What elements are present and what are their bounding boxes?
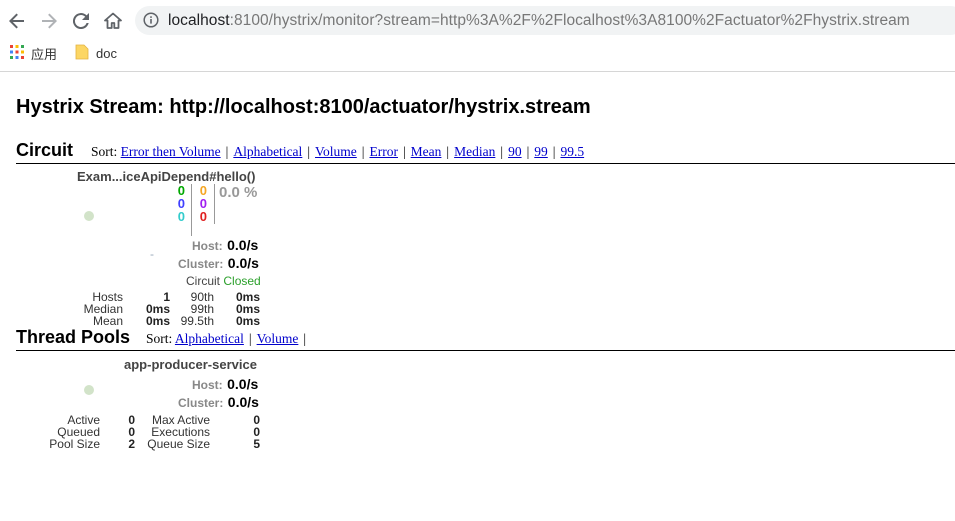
host-label: Host: xyxy=(192,378,223,392)
thread-pools-sort-bar: Sort: Alphabetical | Volume | xyxy=(146,331,307,346)
stats-col2-labels: 90th 99th 99.5th xyxy=(172,291,214,327)
circuit-health-circle xyxy=(84,211,94,221)
address-bar[interactable]: localhost:8100/hystrix/monitor?stream=ht… xyxy=(135,6,955,35)
sort-alphabetical-link[interactable]: Alphabetical xyxy=(175,331,244,346)
url-text[interactable]: localhost:8100/hystrix/monitor?stream=ht… xyxy=(168,12,910,30)
cluster-label: Cluster: xyxy=(178,257,224,271)
info-icon[interactable] xyxy=(143,12,159,33)
circuit-status-label: Circuit xyxy=(186,274,221,288)
stat-label: Mean xyxy=(92,314,123,328)
sort-mean-link[interactable]: Mean xyxy=(411,144,442,159)
thread-pool-name: app-producer-service xyxy=(124,357,257,372)
circuit-sort-bar: Sort: Error then Volume | Alphabetical | Vol… xyxy=(91,144,585,159)
circuit-status-value: Closed xyxy=(223,274,261,288)
back-arrow-icon[interactable] xyxy=(5,9,29,33)
stat-value: 2 xyxy=(128,437,135,451)
circuit-status: Circuit Closed xyxy=(186,274,261,288)
failure-count: 0 xyxy=(199,209,207,224)
forward-arrow-icon[interactable] xyxy=(37,9,61,33)
stats-col1-labels: Hosts Median Mean xyxy=(65,291,123,327)
stat-label: Pool Size xyxy=(49,437,100,451)
circuit-name: Exam...iceApiDepend#hello() xyxy=(77,169,256,184)
sort-99-link[interactable]: 99 xyxy=(534,144,548,159)
sort-label: Sort: xyxy=(91,144,118,159)
host-value: 0.0/s xyxy=(227,237,259,253)
host-value: 0.0/s xyxy=(227,376,259,392)
stat-label: Queue Size xyxy=(147,437,210,451)
thread-pools-heading: Thread Pools xyxy=(16,327,131,347)
bookmark-label: 应用 xyxy=(31,46,58,62)
sparkline-placeholder: - xyxy=(150,247,154,261)
reload-icon[interactable] xyxy=(69,9,93,33)
host-rate: Host: 0.0/s xyxy=(192,376,258,394)
cluster-value: 0.0/s xyxy=(227,255,259,271)
bookmark-doc[interactable]: doc xyxy=(75,44,117,62)
thread-pool-health-circle xyxy=(84,385,94,395)
cluster-rate: Cluster: 0.0/s xyxy=(178,255,259,273)
pool-stats-col1-values: 0 0 2 xyxy=(110,414,135,450)
folder-icon xyxy=(75,44,96,63)
pool-stats-col1-labels: Active Queued Pool Size xyxy=(40,414,100,450)
cluster-rate: Cluster: 0.0/s xyxy=(178,394,259,412)
counts-divider-2 xyxy=(214,184,215,224)
request-counts-left: 0 0 0 xyxy=(175,184,185,223)
stat-value: 0ms xyxy=(235,314,260,328)
counts-divider xyxy=(191,184,192,236)
circuit-heading: Circuit xyxy=(16,140,74,160)
stats-col2-values: 0ms 0ms 0ms xyxy=(220,291,260,327)
request-counts-right: 0 0 0 xyxy=(197,184,207,223)
stat-value: 0ms xyxy=(145,314,170,328)
browser-toolbar: localhost:8100/hystrix/monitor?stream=ht… xyxy=(0,0,955,72)
thread-pools-divider xyxy=(16,350,955,351)
cluster-value: 0.0/s xyxy=(227,394,259,410)
sort-error-then-volume-link[interactable]: Error then Volume xyxy=(121,144,221,159)
sort-error-link[interactable]: Error xyxy=(369,144,397,159)
sort-volume-link[interactable]: Volume xyxy=(315,144,357,159)
sort-label: Sort: xyxy=(146,331,173,346)
host-rate: Host: 0.0/s xyxy=(192,237,258,255)
stats-col1-values: 1 0ms 0ms xyxy=(130,291,170,327)
sort-90-link[interactable]: 90 xyxy=(508,144,522,159)
sort-99-5-link[interactable]: 99.5 xyxy=(560,144,584,159)
cluster-label: Cluster: xyxy=(178,396,224,410)
stat-label: 99.5th xyxy=(180,314,214,328)
bad-request-count: 0 xyxy=(177,209,185,224)
sort-alphabetical-link[interactable]: Alphabetical xyxy=(233,144,302,159)
host-label: Host: xyxy=(192,239,223,253)
error-percentage: 0.0 % xyxy=(219,184,258,201)
sort-median-link[interactable]: Median xyxy=(454,144,495,159)
page-title: Hystrix Stream: http://localhost:8100/ac… xyxy=(16,96,591,118)
bookmark-label: doc xyxy=(96,45,117,61)
apps-grid-icon xyxy=(10,44,31,62)
bookmark-apps[interactable]: 应用 xyxy=(10,44,57,62)
pool-stats-col2-values: 0 0 5 xyxy=(220,414,260,450)
pool-stats-col2-labels: Max Active Executions Queue Size xyxy=(140,414,210,450)
home-icon[interactable] xyxy=(101,9,125,33)
circuit-divider xyxy=(16,163,955,164)
sort-volume-link[interactable]: Volume xyxy=(257,331,299,346)
stat-value: 5 xyxy=(253,437,260,451)
